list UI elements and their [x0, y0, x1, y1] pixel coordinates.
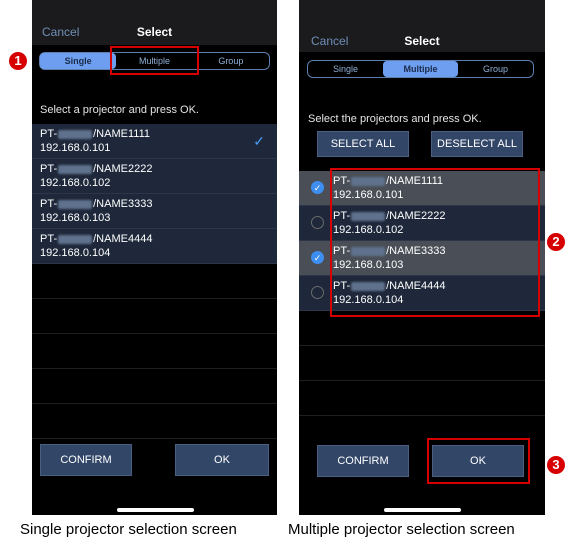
model-prefix: PT-	[40, 163, 58, 175]
projector-row[interactable]: PT- /NAME4444 192.168.0.104	[299, 276, 545, 311]
blurred-model	[351, 281, 386, 291]
projector-ip: 192.168.0.103	[333, 259, 404, 271]
tab-group[interactable]: Group	[193, 53, 269, 69]
callout-3: 3	[547, 456, 565, 474]
tab-multiple[interactable]: Multiple	[116, 53, 192, 69]
projector-ip: 192.168.0.102	[40, 177, 111, 189]
confirm-button[interactable]: CONFIRM	[40, 444, 132, 476]
instruction-text: Select the projectors and press OK.	[308, 113, 482, 125]
projector-ip: 192.168.0.102	[333, 224, 404, 236]
deselect-all-button[interactable]: DESELECT ALL	[431, 131, 523, 157]
model-prefix: PT-	[40, 198, 58, 210]
empty-row	[32, 334, 277, 369]
projector-list: ✓ PT- /NAME1111 192.168.0.101 PT- /NAME222…	[299, 171, 545, 416]
model-prefix: PT-	[333, 245, 351, 257]
tab-group[interactable]: Group	[458, 61, 533, 77]
projector-name: /NAME2222	[93, 163, 153, 175]
caption-single: Single projector selection screen	[20, 521, 237, 538]
nav-bar: Cancel Select	[32, 25, 277, 45]
checkmark-icon: ✓	[253, 133, 265, 149]
projector-name: /NAME3333	[386, 245, 446, 257]
multiple-selection-screen: Cancel Select Single Multiple Group Sele…	[299, 0, 545, 515]
blurred-model	[351, 211, 386, 221]
ok-button[interactable]: OK	[432, 445, 524, 477]
empty-row	[32, 369, 277, 404]
home-indicator	[116, 508, 194, 512]
confirm-button[interactable]: CONFIRM	[317, 445, 409, 477]
projector-row[interactable]: PT- /NAME2222 192.168.0.102	[32, 159, 277, 194]
projector-name: /NAME2222	[386, 210, 446, 222]
mode-segmented-control: Single Multiple Group	[307, 60, 534, 78]
select-all-button[interactable]: SELECT ALL	[317, 131, 409, 157]
model-prefix: PT-	[333, 175, 351, 187]
nav-bar: Cancel Select	[299, 34, 545, 54]
empty-row	[299, 311, 545, 346]
single-selection-screen: Cancel Select Single Multiple Group Sele…	[32, 0, 277, 515]
projector-name: /NAME3333	[93, 198, 153, 210]
projector-row[interactable]: PT- /NAME1111 192.168.0.101 ✓	[32, 124, 277, 159]
caption-multiple: Multiple projector selection screen	[288, 521, 515, 538]
projector-row[interactable]: ✓ PT- /NAME1111 192.168.0.101	[299, 171, 545, 206]
empty-row	[32, 404, 277, 439]
projector-list: PT- /NAME1111 192.168.0.101 ✓ PT- /NAME222…	[32, 124, 277, 439]
home-indicator	[384, 508, 461, 512]
mode-segmented-control: Single Multiple Group	[39, 52, 270, 70]
empty-row	[32, 299, 277, 334]
empty-row	[299, 346, 545, 381]
model-prefix: PT-	[40, 233, 58, 245]
callout-1: 1	[9, 52, 27, 70]
projector-ip: 192.168.0.104	[333, 294, 404, 306]
projector-name: /NAME1111	[386, 175, 443, 187]
unchecked-checkbox-icon[interactable]	[311, 216, 324, 229]
model-prefix: PT-	[333, 280, 351, 292]
projector-name: /NAME4444	[386, 280, 446, 292]
checked-checkbox-icon[interactable]: ✓	[311, 251, 324, 264]
projector-ip: 192.168.0.103	[40, 212, 111, 224]
empty-row	[32, 264, 277, 299]
blurred-model	[58, 129, 93, 139]
tab-multiple[interactable]: Multiple	[383, 61, 458, 77]
tab-single[interactable]: Single	[308, 61, 383, 77]
blurred-model	[351, 246, 386, 256]
projector-ip: 192.168.0.101	[40, 142, 111, 154]
empty-row	[299, 381, 545, 416]
projector-name: /NAME4444	[93, 233, 153, 245]
projector-ip: 192.168.0.101	[333, 189, 404, 201]
blurred-model	[58, 164, 93, 174]
nav-title: Select	[404, 34, 440, 48]
projector-ip: 192.168.0.104	[40, 247, 111, 259]
unchecked-checkbox-icon[interactable]	[311, 286, 324, 299]
projector-row[interactable]: PT- /NAME4444 192.168.0.104	[32, 229, 277, 264]
checked-checkbox-icon[interactable]: ✓	[311, 181, 324, 194]
projector-row[interactable]: PT- /NAME3333 192.168.0.103	[32, 194, 277, 229]
projector-row[interactable]: ✓ PT- /NAME3333 192.168.0.103	[299, 241, 545, 276]
projector-name: /NAME1111	[93, 128, 150, 140]
callout-2: 2	[547, 233, 565, 251]
ok-button[interactable]: OK	[175, 444, 269, 476]
tab-single[interactable]: Single	[40, 53, 117, 69]
blurred-model	[58, 234, 93, 244]
model-prefix: PT-	[40, 128, 58, 140]
projector-row[interactable]: PT- /NAME2222 192.168.0.102	[299, 206, 545, 241]
blurred-model	[351, 176, 386, 186]
instruction-text: Select a projector and press OK.	[40, 104, 199, 116]
nav-title: Select	[136, 25, 173, 39]
blurred-model	[58, 199, 93, 209]
model-prefix: PT-	[333, 210, 351, 222]
